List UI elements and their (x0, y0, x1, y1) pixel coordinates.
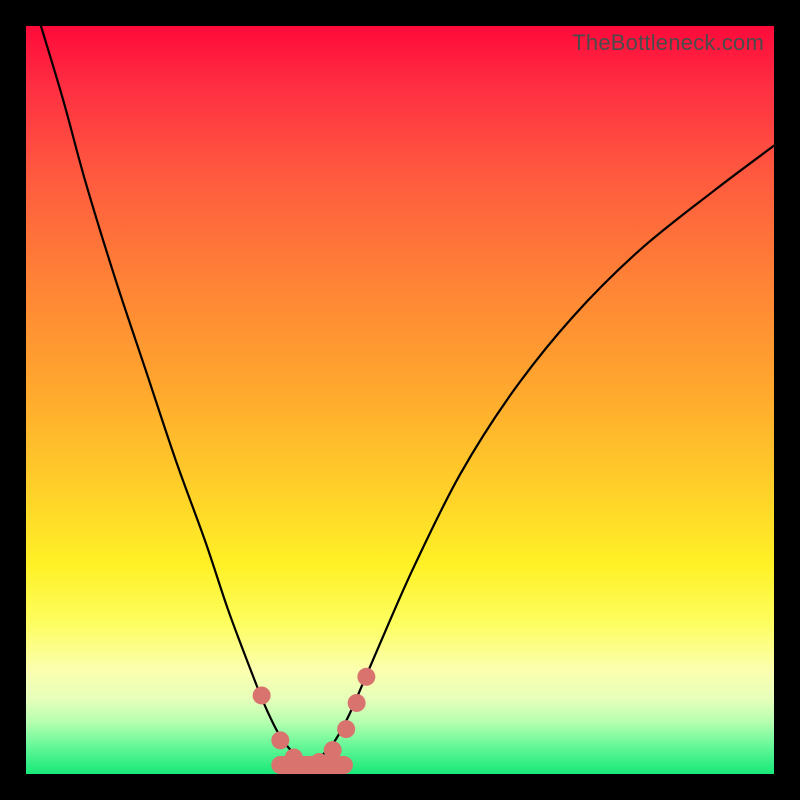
chart-svg (26, 26, 774, 774)
trough-marker-dot (357, 668, 375, 686)
trough-marker-dot (324, 741, 342, 759)
trough-marker-dot (253, 686, 271, 704)
bottleneck-curve (41, 26, 774, 765)
trough-marker-dot (310, 753, 328, 771)
trough-marker-dot (271, 731, 289, 749)
chart-frame: TheBottleneck.com (26, 26, 774, 774)
trough-marker-dot (337, 720, 355, 738)
trough-marker-dot (348, 694, 366, 712)
